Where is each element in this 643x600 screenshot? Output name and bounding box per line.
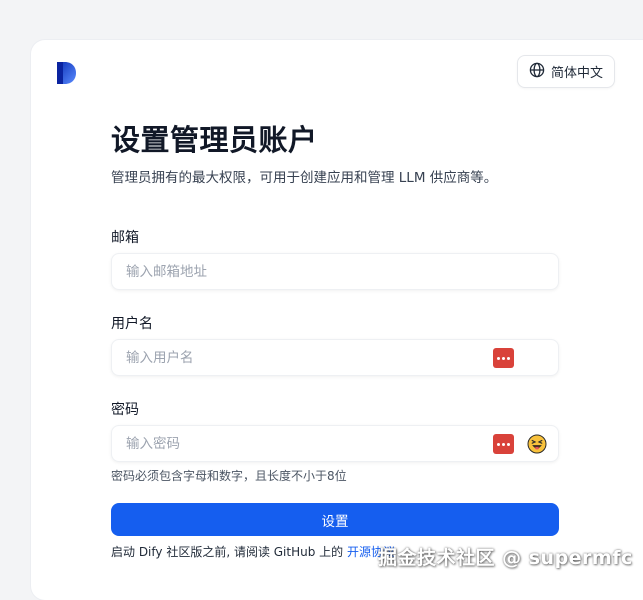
license-note: 启动 Dify 社区版之前, 请阅读 GitHub 上的 开源协议 <box>111 543 395 560</box>
license-note-text: 启动 Dify 社区版之前, 请阅读 GitHub 上的 <box>111 545 347 559</box>
emoji-face-icon[interactable] <box>527 434 547 454</box>
submit-button[interactable]: 设置 <box>111 503 559 536</box>
watermark-text: 掘金技术社区 @ supermfc <box>378 547 633 569</box>
email-field[interactable] <box>112 253 558 290</box>
page-subtitle: 管理员拥有的最大权限，可用于创建应用和管理 LLM 供应商等。 <box>111 170 498 186</box>
username-field-container <box>111 339 559 376</box>
language-selector-button[interactable]: 简体中文 <box>517 55 615 88</box>
globe-icon <box>529 62 545 82</box>
dify-logo-icon <box>57 62 77 84</box>
username-label: 用户名 <box>111 316 153 332</box>
username-field[interactable] <box>112 339 558 376</box>
language-label: 简体中文 <box>550 66 603 81</box>
password-manager-icon[interactable] <box>493 348 514 368</box>
email-label: 邮箱 <box>111 230 139 246</box>
password-field[interactable] <box>112 425 558 462</box>
page-title: 设置管理员账户 <box>111 123 318 157</box>
password-hint: 密码必须包含字母和数字，且长度不小于8位 <box>111 469 347 483</box>
password-manager-icon[interactable] <box>493 434 514 454</box>
password-field-container <box>111 425 559 462</box>
password-label: 密码 <box>111 402 139 418</box>
email-field-container <box>111 253 559 290</box>
